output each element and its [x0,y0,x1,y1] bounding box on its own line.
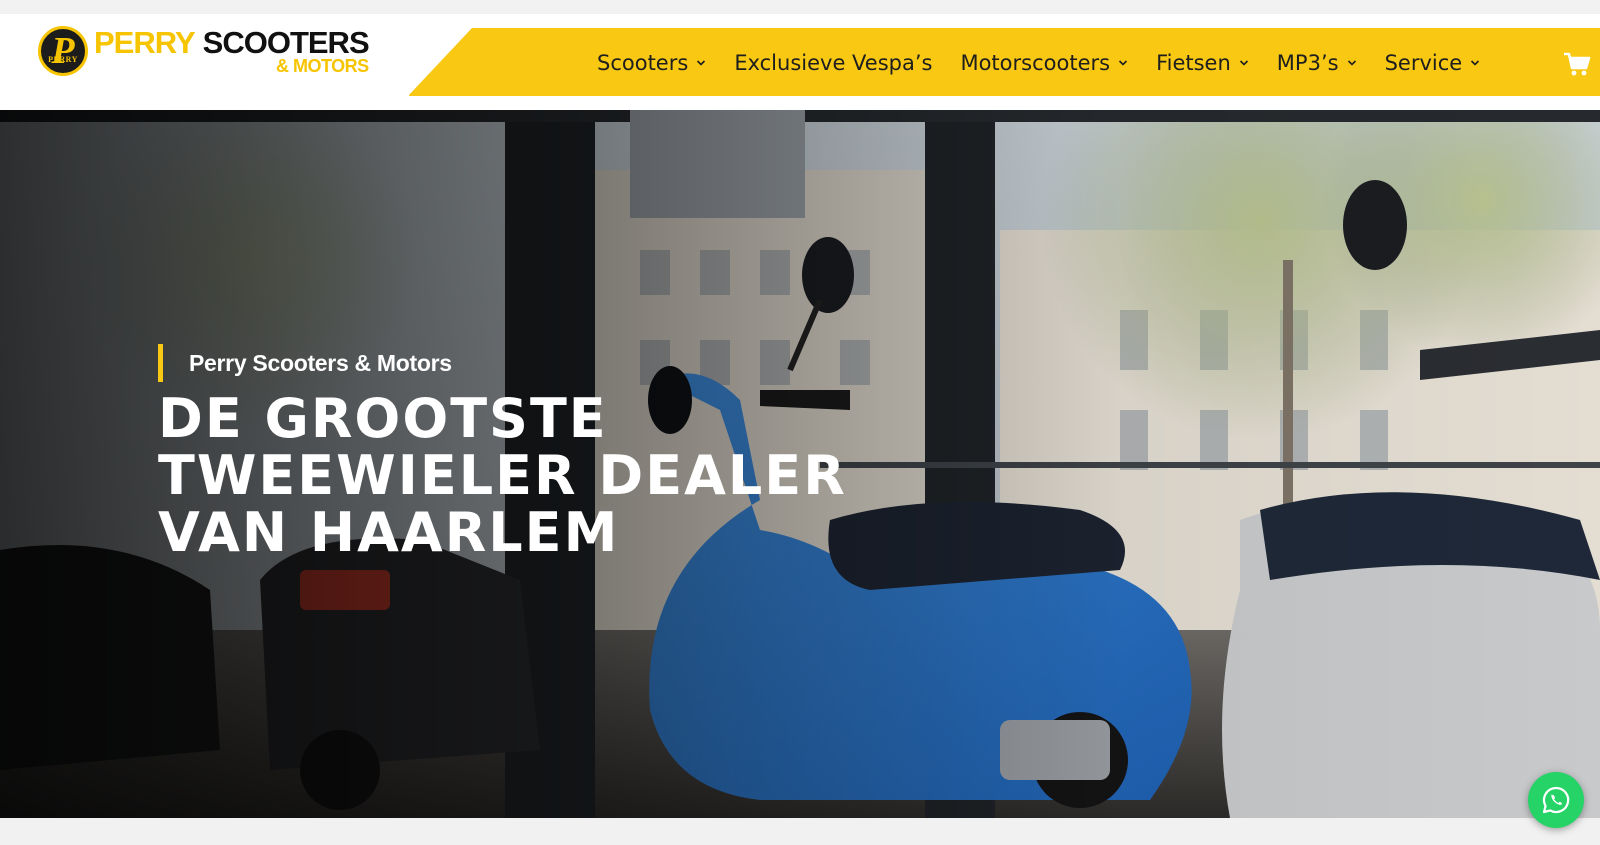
eyebrow-accent-bar [158,344,163,382]
chevron-down-icon [1471,60,1480,66]
nav-item-mp3s[interactable]: MP3’s [1277,51,1357,75]
hero-section: Perry Scooters & Motors DE GROOTSTE TWEE… [0,110,1600,818]
chevron-down-icon [1239,60,1248,66]
whatsapp-chat-button[interactable] [1528,772,1584,828]
nav-item-exclusieve-vespas[interactable]: Exclusieve Vespa’s [734,51,932,75]
nav-item-label: Exclusieve Vespa’s [734,51,933,75]
hero-title: DE GROOTSTE TWEEWIELER DEALER VAN HAARLE… [158,390,918,561]
nav-item-label: Motorscooters [960,51,1111,75]
nav-item-fietsen[interactable]: Fietsen [1156,51,1249,75]
nav-item-label: MP3’s [1276,51,1339,75]
hero-title-line: DE GROOTSTE [158,387,608,450]
nav-item-label: Fietsen [1156,51,1231,75]
hero-title-line: TWEEWIELER DEALER [158,444,847,507]
chevron-down-icon [1119,60,1128,66]
logo-tagline: & MOTORS [275,56,369,76]
top-strip [0,0,1600,14]
nav-item-label: Service [1384,51,1463,75]
nav-item-service[interactable]: Service [1385,51,1481,75]
chevron-down-icon [1347,60,1356,66]
bottom-strip [0,818,1600,845]
main-nav: Scooters Exclusieve Vespa’s Motorscooter… [597,48,1508,78]
logo-badge-letter: P [51,30,75,72]
logo-name-scooters: SCOOTERS [202,25,370,60]
chevron-down-icon [697,60,706,66]
logo-badge-small-text: PERRY [48,55,78,64]
nav-item-scooters[interactable]: Scooters [597,51,706,75]
hero-eyebrow: Perry Scooters & Motors [158,344,452,382]
whatsapp-icon [1542,786,1570,814]
site-logo[interactable]: P PERRY PERRY SCOOTERS & MOTORS [38,25,370,76]
nav-item-label: Scooters [597,51,689,75]
logo-wordmark: PERRY SCOOTERS & MOTORS [94,25,370,76]
cart-icon[interactable] [1563,50,1591,78]
logo-name-perry: PERRY [94,25,196,60]
hero-eyebrow-text: Perry Scooters & Motors [189,349,452,376]
logo-badge-icon: P PERRY [38,26,88,76]
hero-title-line: VAN HAARLEM [158,501,620,564]
nav-item-motorscooters[interactable]: Motorscooters [960,51,1128,75]
